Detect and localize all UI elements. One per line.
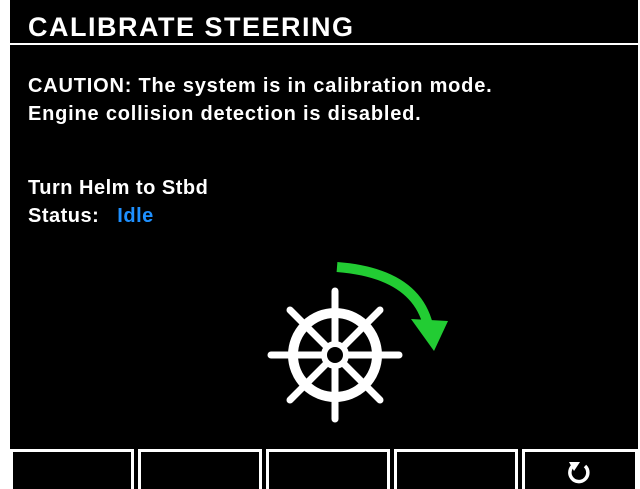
softkey-back-button[interactable] [522,449,638,489]
status-label: Status: [28,205,100,227]
ship-helm-wheel-icon [267,287,403,423]
caution-line-1: CAUTION: The system is in calibration mo… [28,75,493,97]
status-value: Idle [117,205,154,227]
status-row: Status: Idle [28,202,154,230]
softkey-1[interactable] [10,449,134,489]
calibration-screen: CALIBRATE STEERING CAUTION: The system i… [10,0,638,489]
title-bar: CALIBRATE STEERING [10,10,638,45]
back-icon [568,462,590,484]
caution-line-2: Engine collision detection is disabled. [28,103,422,125]
softkey-4[interactable] [394,449,518,489]
softkey-bar [10,449,638,489]
page-title: CALIBRATE STEERING [28,12,355,42]
calibration-graphic [250,255,480,435]
softkey-2[interactable] [138,449,262,489]
calibration-graphic-svg [267,262,448,423]
instruction-text: Turn Helm to Stbd [28,177,209,199]
caution-message: CAUTION: The system is in calibration mo… [28,72,492,128]
softkey-3[interactable] [266,449,390,489]
